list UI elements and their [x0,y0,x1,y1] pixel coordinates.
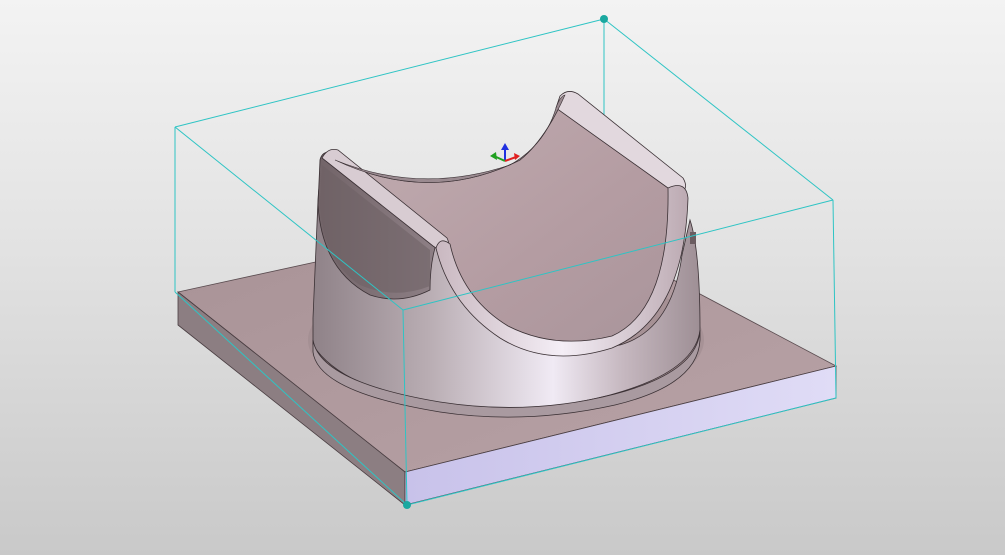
cradle-part[interactable] [312,91,701,418]
cradle-side-notch [690,232,696,244]
bounding-box-handle-bottom[interactable] [403,501,411,509]
bounding-box-handle-top[interactable] [600,15,608,23]
model-scene[interactable] [0,0,1005,555]
orientation-triad [490,143,520,162]
z-axis-arrow [501,143,509,150]
3d-viewport[interactable] [0,0,1005,555]
x-axis [504,156,517,162]
y-axis-arrow [490,152,497,160]
